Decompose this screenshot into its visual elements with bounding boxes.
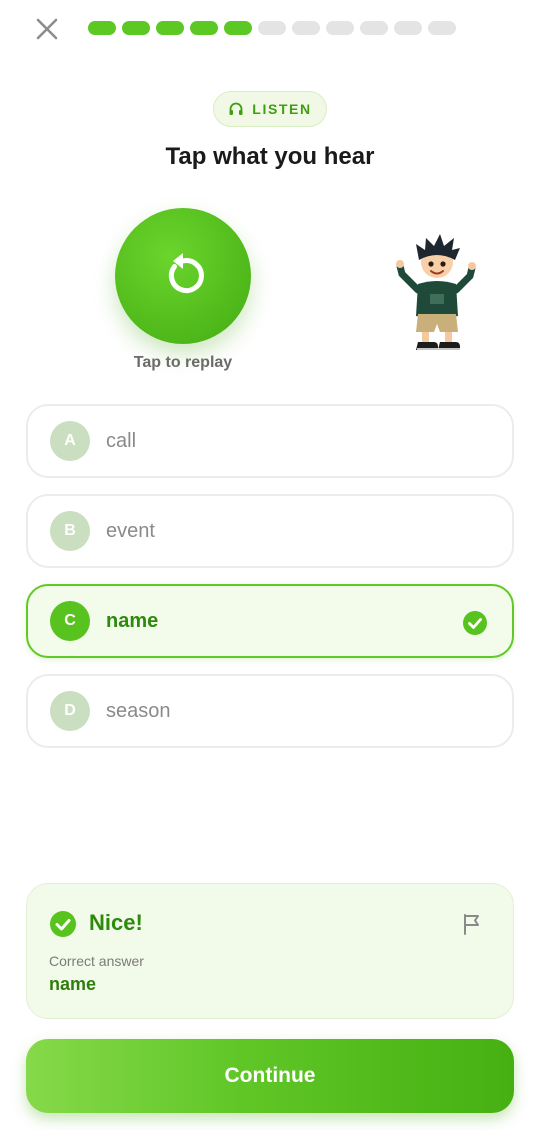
feedback-panel: Nice! Correct answer name [26, 883, 514, 1019]
correct-answer-label: Correct answer [49, 953, 144, 969]
check-circle-icon [50, 911, 76, 937]
progress-segment-pending [394, 21, 422, 35]
progress-segment-pending [360, 21, 388, 35]
replay-audio-button[interactable] [115, 208, 251, 344]
option-word: name [106, 609, 159, 632]
close-icon [36, 18, 58, 40]
close-button[interactable] [32, 14, 62, 44]
option-letter-badge: A [50, 421, 90, 461]
progress-segment-pending [326, 21, 354, 35]
progress-segment-pending [428, 21, 456, 35]
mascot-character-image [396, 234, 476, 350]
answer-option-c[interactable]: C name [26, 584, 514, 658]
replay-icon [168, 253, 204, 294]
option-word: season [106, 699, 171, 722]
progress-segment-complete [156, 21, 184, 35]
feedback-title: Nice! [89, 910, 143, 935]
progress-segment-complete [224, 21, 252, 35]
exercise-type-badge: LISTEN [213, 91, 327, 127]
option-letter-badge: D [50, 691, 90, 731]
continue-button[interactable]: Continue [26, 1039, 514, 1113]
progress-segment-complete [122, 21, 150, 35]
answer-option-d[interactable]: D season [26, 674, 514, 748]
flag-icon[interactable] [461, 913, 483, 935]
check-circle-icon [463, 611, 487, 635]
progress-segment-pending [258, 21, 286, 35]
progress-segment-complete [190, 21, 218, 35]
progress-segment-complete [88, 21, 116, 35]
option-word: call [106, 429, 137, 452]
correct-answer-value: name [49, 974, 97, 994]
prompt-title: Tap what you hear [165, 143, 375, 170]
option-letter-badge: B [50, 511, 90, 551]
option-word: event [106, 519, 155, 542]
option-letter-badge: C [50, 601, 90, 641]
lesson-progress-bar [88, 21, 456, 35]
answer-option-a[interactable]: A call [26, 404, 514, 478]
headphones-icon [229, 102, 243, 115]
replay-caption: Tap to replay [133, 354, 233, 371]
answer-option-b[interactable]: B event [26, 494, 514, 568]
badge-label: LISTEN [252, 101, 312, 117]
progress-segment-pending [292, 21, 320, 35]
